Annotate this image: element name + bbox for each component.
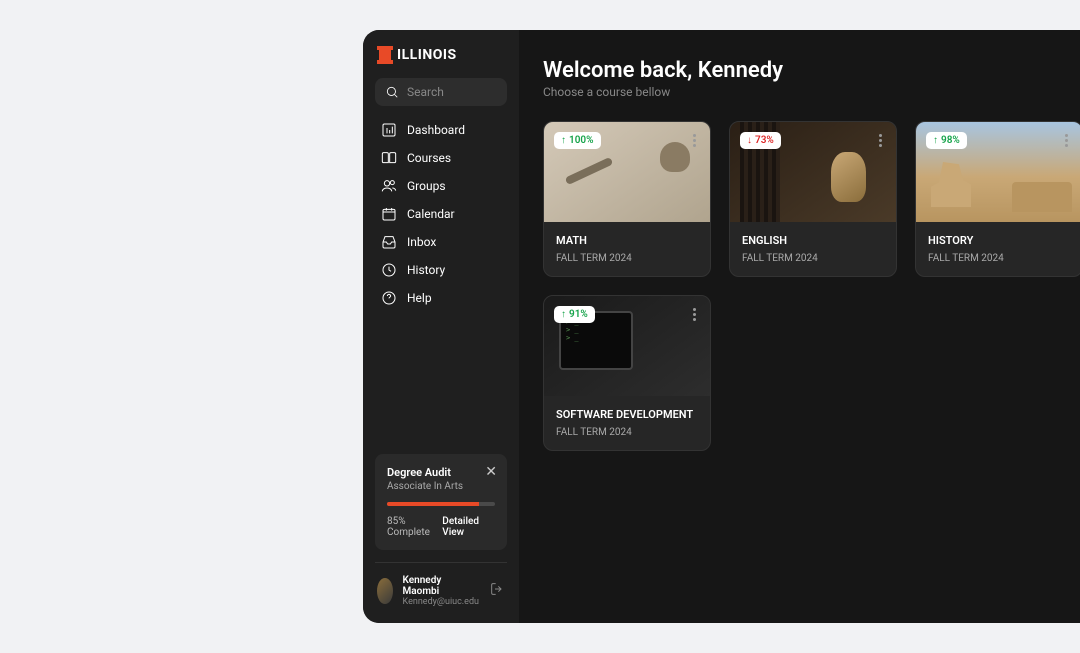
course-title: MATH	[556, 234, 698, 247]
illinois-i-icon	[379, 46, 391, 64]
course-grid: ↑ 100% MATH FALL TERM 2024 ↓ 73%	[543, 121, 1056, 451]
score-badge: ↓ 73%	[740, 132, 781, 149]
badge-percent: 98%	[941, 135, 960, 146]
arrow-down-icon: ↓	[747, 135, 752, 146]
course-title: SOFTWARE DEVELOPMENT	[556, 408, 698, 421]
page-subtitle: Choose a course bellow	[543, 85, 1056, 99]
nav-list: Dashboard Courses Groups Calendar Inbox …	[363, 116, 519, 312]
history-icon	[381, 262, 397, 278]
course-card-history[interactable]: ↑ 98% HISTORY FALL TERM 2024	[915, 121, 1080, 277]
search-icon	[385, 84, 399, 100]
inbox-icon	[381, 234, 397, 250]
card-thumbnail: ↑ 98%	[916, 122, 1080, 222]
detailed-view-link[interactable]: Detailed View	[442, 516, 495, 538]
logout-icon[interactable]	[489, 581, 505, 601]
kebab-icon[interactable]	[689, 306, 700, 323]
close-icon[interactable]: ✕	[485, 464, 497, 480]
nav-item-inbox[interactable]: Inbox	[375, 228, 507, 256]
nav-label: Courses	[407, 151, 451, 165]
user-row[interactable]: Kennedy Maombi Kennedy@uiuc.edu	[363, 575, 519, 607]
kebab-icon[interactable]	[1061, 132, 1072, 149]
badge-percent: 91%	[569, 309, 588, 320]
course-card-english[interactable]: ↓ 73% ENGLISH FALL TERM 2024	[729, 121, 897, 277]
nav-label: Groups	[407, 179, 446, 193]
nav-label: Dashboard	[407, 123, 465, 137]
course-title: HISTORY	[928, 234, 1070, 247]
badge-percent: 100%	[569, 135, 594, 146]
course-term: FALL TERM 2024	[742, 253, 884, 264]
logo[interactable]: ILLINOIS	[363, 46, 519, 78]
help-icon	[381, 290, 397, 306]
nav-item-calendar[interactable]: Calendar	[375, 200, 507, 228]
nav-label: Inbox	[407, 235, 436, 249]
search-input-wrapper[interactable]	[375, 78, 507, 106]
app-window: ILLINOIS Dashboard Courses Groups	[363, 30, 1080, 623]
user-info: Kennedy Maombi Kennedy@uiuc.edu	[403, 575, 479, 607]
user-email: Kennedy@uiuc.edu	[403, 597, 479, 607]
course-card-math[interactable]: ↑ 100% MATH FALL TERM 2024	[543, 121, 711, 277]
degree-audit-title: Degree Audit	[387, 466, 495, 479]
arrow-up-icon: ↑	[933, 135, 938, 146]
nav-item-help[interactable]: Help	[375, 284, 507, 312]
arrow-up-icon: ↑	[561, 309, 566, 320]
course-card-software[interactable]: ↑ 91% SOFTWARE DEVELOPMENT FALL TERM 202…	[543, 295, 711, 451]
score-badge: ↑ 100%	[554, 132, 601, 149]
course-term: FALL TERM 2024	[556, 253, 698, 264]
calendar-icon	[381, 206, 397, 222]
progress-bar	[387, 502, 495, 506]
course-term: FALL TERM 2024	[556, 427, 698, 438]
arrow-up-icon: ↑	[561, 135, 566, 146]
dashboard-icon	[381, 122, 397, 138]
card-thumbnail: ↑ 91%	[544, 296, 710, 396]
user-name: Kennedy Maombi	[403, 575, 479, 597]
nav-item-courses[interactable]: Courses	[375, 144, 507, 172]
users-icon	[381, 178, 397, 194]
search-input[interactable]	[407, 85, 497, 99]
degree-percent-text: 85% Complete	[387, 516, 442, 538]
nav-label: Help	[407, 291, 432, 305]
score-badge: ↑ 91%	[554, 306, 595, 323]
divider	[375, 562, 507, 563]
kebab-icon[interactable]	[875, 132, 886, 149]
avatar	[377, 578, 393, 604]
course-title: ENGLISH	[742, 234, 884, 247]
page-title: Welcome back, Kennedy	[543, 58, 1056, 83]
brand-text: ILLINOIS	[397, 47, 457, 63]
badge-percent: 73%	[755, 135, 774, 146]
degree-audit-card: ✕ Degree Audit Associate In Arts 85% Com…	[375, 454, 507, 550]
card-thumbnail: ↓ 73%	[730, 122, 896, 222]
kebab-icon[interactable]	[689, 132, 700, 149]
card-thumbnail: ↑ 100%	[544, 122, 710, 222]
main-content: Welcome back, Kennedy Choose a course be…	[519, 30, 1080, 623]
nav-item-history[interactable]: History	[375, 256, 507, 284]
nav-item-groups[interactable]: Groups	[375, 172, 507, 200]
sidebar: ILLINOIS Dashboard Courses Groups	[363, 30, 519, 623]
course-term: FALL TERM 2024	[928, 253, 1070, 264]
nav-item-dashboard[interactable]: Dashboard	[375, 116, 507, 144]
degree-audit-subtitle: Associate In Arts	[387, 481, 495, 492]
progress-fill	[387, 502, 479, 506]
score-badge: ↑ 98%	[926, 132, 967, 149]
nav-label: History	[407, 263, 445, 277]
book-icon	[381, 150, 397, 166]
nav-label: Calendar	[407, 207, 455, 221]
